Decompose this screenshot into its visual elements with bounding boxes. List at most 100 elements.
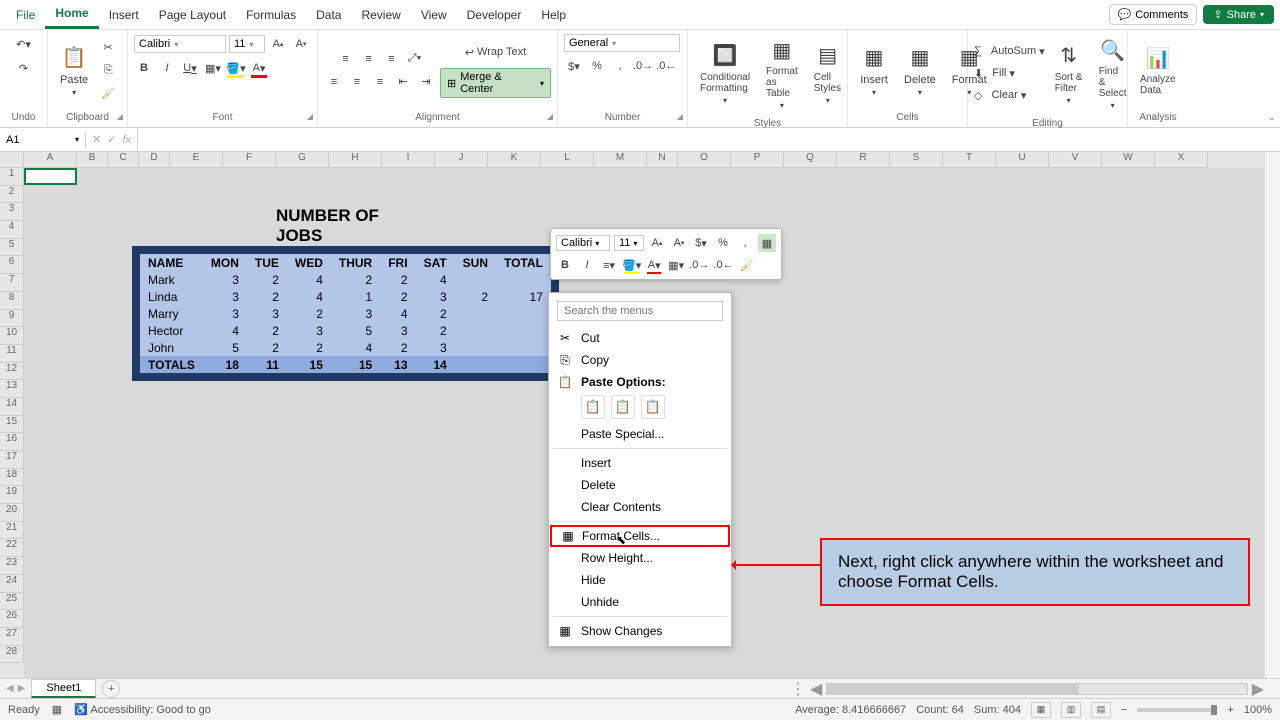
comma-button[interactable]: , — [610, 56, 630, 76]
table-cell[interactable]: 17 — [496, 288, 551, 305]
alignment-expand-icon[interactable]: ◢ — [547, 112, 553, 121]
table-cell[interactable] — [455, 305, 496, 322]
paste-button[interactable]: 📋 Paste ▾ — [54, 42, 94, 99]
tab-view[interactable]: View — [411, 2, 457, 28]
row-header[interactable]: 14 — [0, 398, 24, 416]
fx-icon[interactable]: fx — [122, 134, 131, 146]
table-cell[interactable] — [496, 356, 551, 373]
table-cell[interactable]: 3 — [203, 305, 247, 322]
row-header[interactable]: 16 — [0, 433, 24, 451]
table-cell[interactable]: John — [140, 339, 203, 356]
column-header[interactable]: R — [837, 152, 890, 168]
table-cell[interactable]: 3 — [331, 305, 380, 322]
mini-comma[interactable]: , — [736, 234, 754, 252]
horizontal-scrollbar[interactable] — [826, 683, 1247, 695]
table-cell[interactable]: 3 — [203, 288, 247, 305]
row-header[interactable]: 1 — [0, 168, 24, 186]
column-header[interactable]: T — [943, 152, 996, 168]
mini-increase-font[interactable]: A▴ — [648, 234, 666, 252]
column-header[interactable]: I — [382, 152, 435, 168]
row-header[interactable]: 4 — [0, 221, 24, 239]
zoom-in-button[interactable]: + — [1227, 704, 1233, 716]
mini-brush[interactable]: 🖌 — [738, 256, 756, 274]
menu-unhide[interactable]: Unhide — [549, 591, 731, 613]
table-cell[interactable] — [496, 322, 551, 339]
macro-icon[interactable]: ▦ — [52, 703, 62, 716]
mini-decrease-font[interactable]: A▾ — [670, 234, 688, 252]
border-button[interactable]: ▦▾ — [203, 58, 223, 78]
number-expand-icon[interactable]: ◢ — [677, 112, 683, 121]
font-expand-icon[interactable]: ◢ — [307, 112, 313, 121]
table-cell[interactable]: 2 — [416, 322, 455, 339]
table-cell[interactable]: 2 — [380, 271, 415, 288]
table-cell[interactable]: 14 — [416, 356, 455, 373]
autosum-button[interactable]: ∑ AutoSum▾ — [974, 41, 1045, 61]
table-cell[interactable] — [496, 339, 551, 356]
column-header[interactable]: S — [890, 152, 943, 168]
table-cell[interactable]: 3 — [380, 322, 415, 339]
name-box[interactable]: A1▾ — [0, 132, 86, 148]
table-cell[interactable]: 3 — [287, 322, 331, 339]
table-cell[interactable]: 2 — [247, 322, 287, 339]
column-header[interactable]: N — [647, 152, 678, 168]
table-cell[interactable]: 5 — [203, 339, 247, 356]
table-cell[interactable] — [455, 339, 496, 356]
row-header[interactable]: 22 — [0, 539, 24, 557]
formula-input[interactable] — [138, 132, 1280, 148]
table-cell[interactable]: 2 — [247, 271, 287, 288]
table-cell[interactable]: 18 — [203, 356, 247, 373]
column-header[interactable]: G — [276, 152, 329, 168]
table-cell[interactable]: Hector — [140, 322, 203, 339]
column-header[interactable]: M — [594, 152, 647, 168]
table-cell[interactable] — [455, 271, 496, 288]
table-cell[interactable] — [455, 322, 496, 339]
find-select-button[interactable]: 🔍Find & Select▾ — [1093, 34, 1133, 112]
tab-data[interactable]: Data — [306, 2, 351, 28]
menu-paste-special[interactable]: Paste Special... — [549, 423, 731, 445]
paste-option-3[interactable]: 📋 — [641, 395, 665, 419]
align-left-button[interactable]: ≡ — [324, 72, 344, 92]
table-cell[interactable]: 2 — [455, 288, 496, 305]
column-header[interactable]: C — [108, 152, 139, 168]
comments-button[interactable]: 💬Comments — [1109, 4, 1198, 25]
column-header[interactable]: O — [678, 152, 731, 168]
column-header[interactable]: B — [77, 152, 108, 168]
row-header[interactable]: 7 — [0, 274, 24, 292]
table-cell[interactable]: 15 — [331, 356, 380, 373]
column-header[interactable]: E — [170, 152, 223, 168]
row-header[interactable]: 5 — [0, 239, 24, 257]
row-header[interactable]: 25 — [0, 593, 24, 611]
tab-review[interactable]: Review — [351, 2, 410, 28]
column-header[interactable]: W — [1102, 152, 1155, 168]
add-sheet-button[interactable]: + — [102, 680, 120, 698]
decrease-indent-button[interactable]: ⇤ — [393, 72, 413, 92]
row-header[interactable]: 27 — [0, 628, 24, 646]
accounting-button[interactable]: $▾ — [564, 56, 584, 76]
table-cell[interactable]: 3 — [416, 288, 455, 305]
row-header[interactable]: 21 — [0, 522, 24, 540]
mini-border[interactable]: ▦▾ — [667, 256, 685, 274]
align-center-button[interactable]: ≡ — [347, 72, 367, 92]
table-cell[interactable] — [455, 356, 496, 373]
menu-cut[interactable]: ✂Cut — [549, 327, 731, 349]
menu-show-changes[interactable]: ▦Show Changes — [549, 620, 731, 642]
table-cell[interactable]: 4 — [287, 288, 331, 305]
table-cell[interactable]: 2 — [380, 339, 415, 356]
table-cell[interactable]: 2 — [380, 288, 415, 305]
zoom-level[interactable]: 100% — [1244, 704, 1272, 716]
align-middle-button[interactable]: ≡ — [359, 49, 379, 69]
column-header[interactable]: D — [139, 152, 170, 168]
select-all-corner[interactable] — [0, 152, 24, 168]
menu-insert[interactable]: Insert — [549, 452, 731, 474]
mini-align[interactable]: ≡▾ — [600, 256, 618, 274]
sort-filter-button[interactable]: ⇅Sort & Filter▾ — [1049, 40, 1089, 107]
table-cell[interactable]: 11 — [247, 356, 287, 373]
row-header[interactable]: 15 — [0, 416, 24, 434]
insert-cells-button[interactable]: ▦Insert▾ — [854, 42, 894, 99]
table-cell[interactable]: 15 — [287, 356, 331, 373]
analyze-data-button[interactable]: 📊Analyze Data — [1134, 42, 1182, 98]
row-header[interactable]: 11 — [0, 345, 24, 363]
column-header[interactable]: L — [541, 152, 594, 168]
table-cell[interactable]: 3 — [247, 305, 287, 322]
copy-button[interactable]: ⎘ — [98, 60, 118, 80]
